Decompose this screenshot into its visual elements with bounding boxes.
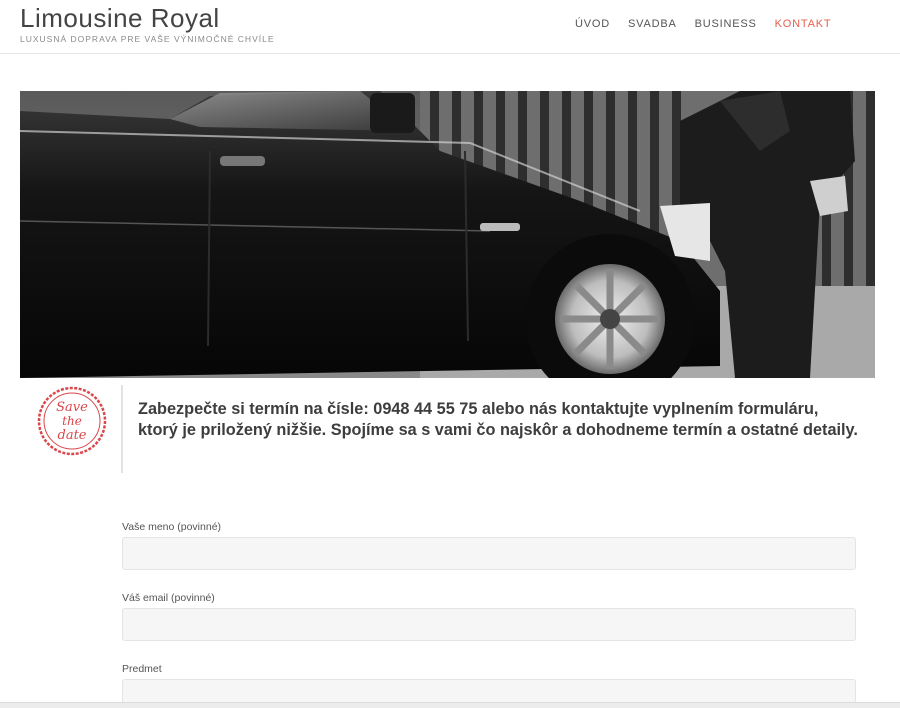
notice-text: Zabezpečte si termín na čísle: 0948 44 5… [138,400,858,439]
main-nav: ÚVOD SVADBA BUSINESS KONTAKT [566,18,840,30]
stamp-word-the: the [62,414,82,428]
email-input[interactable] [122,608,856,641]
site-title[interactable]: Limousine Royal [20,3,220,34]
name-input[interactable] [122,537,856,570]
nav-item-svadba[interactable]: SVADBA [619,18,686,30]
nav-item-business[interactable]: BUSINESS [686,18,766,30]
contact-notice: Save the date Zabezpečte si termín na čí… [20,385,875,475]
save-the-date-stamp-icon: Save the date [37,386,107,456]
email-label: Váš email (povinné) [122,592,215,604]
bottom-scroll-bar [0,702,900,708]
name-label: Vaše meno (povinné) [122,521,222,533]
site-header: Limousine Royal LUXUSNÁ DOPRAVA PRE VAŠE… [0,0,900,54]
site-tagline: LUXUSNÁ DOPRAVA PRE VAŠE VÝNIMOČNÉ CHVÍL… [20,34,275,44]
stamp-word-save: Save [56,400,88,415]
nav-item-uvod[interactable]: ÚVOD [566,18,619,30]
notice-divider [121,385,123,473]
form-field-name: Vaše meno (povinné) [122,521,856,570]
form-field-email: Váš email (povinné) [122,592,856,641]
hero-image [20,91,875,378]
subject-label: Predmet [122,663,162,675]
nav-item-kontakt[interactable]: KONTAKT [766,18,841,30]
stamp-word-date: date [58,428,87,443]
